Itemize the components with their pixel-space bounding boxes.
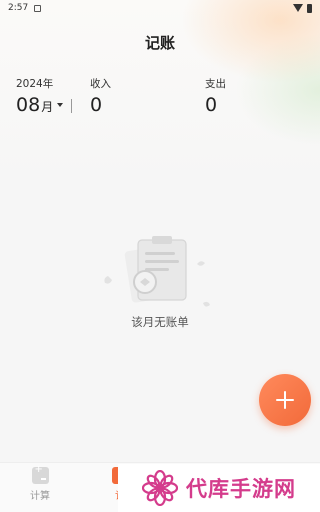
status-bar: 2:57 [0,0,320,16]
income-value: 0 [90,94,103,116]
month-picker[interactable]: 08 月 [16,94,64,116]
watermark-text: 代库手游网 [186,477,296,501]
nav-item-calculate[interactable]: 计算 [20,464,60,502]
expense-label: 支出 [205,78,226,90]
watermark-banner: 代库手游网 [118,464,320,512]
notification-icon [34,4,42,12]
year-label: 2024年 [16,78,54,90]
income-label: 收入 [90,78,111,90]
empty-state-text: 该月无账单 [131,315,189,329]
status-time: 2:57 [8,3,29,13]
summary-divider [71,99,72,113]
month-value: 08 [16,94,41,116]
dropdown-arrow-icon [57,103,64,107]
wifi-icon [293,4,303,12]
add-record-button[interactable] [259,374,311,426]
empty-clipboard-illustration [104,236,210,307]
month-unit: 月 [41,100,54,114]
expense-value: 0 [205,94,218,116]
battery-icon [307,3,312,13]
page-title: 记账 [144,34,175,52]
status-indicators [293,3,312,13]
calculator-icon [31,464,49,484]
nav-label-calculate: 计算 [30,491,50,502]
flower-logo-icon [142,470,178,506]
